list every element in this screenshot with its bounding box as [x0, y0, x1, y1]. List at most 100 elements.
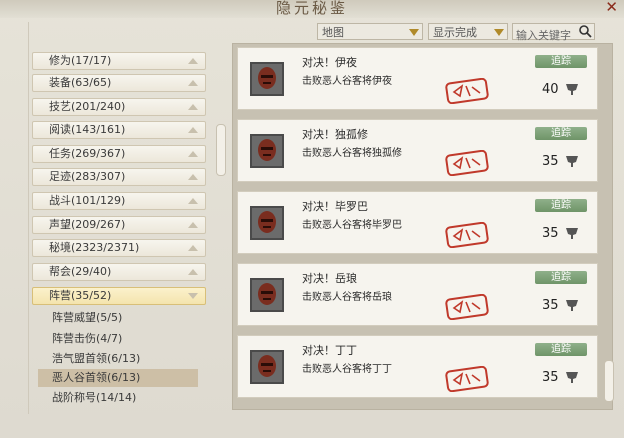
subcategory-label: 浩气盟首领(6/13) — [52, 352, 141, 365]
map-dropdown-label: 地图 — [322, 26, 344, 39]
achievement-points-icon — [566, 372, 578, 383]
chevron-down-icon — [188, 293, 198, 299]
category-item[interactable]: 足迹(283/307) — [32, 168, 206, 186]
category-item-faction[interactable]: 阵营(35/52) — [32, 287, 206, 305]
achievement-title: 对决！丁丁 — [302, 344, 357, 357]
chevron-up-icon — [188, 104, 198, 110]
chevron-up-icon — [188, 269, 198, 275]
category-label: 任务(269/367) — [49, 147, 126, 160]
achievement-desc: 击败恶人谷客将伊夜 — [302, 76, 392, 87]
achievement-card: 对决！伊夜 击败恶人谷客将伊夜 追踪 40 — [237, 47, 598, 110]
category-label: 修为(17/17) — [49, 54, 112, 67]
category-item[interactable]: 声望(209/267) — [32, 216, 206, 234]
subcategory-label: 战阶称号(14/14) — [52, 391, 137, 404]
chevron-up-icon — [188, 80, 198, 86]
track-button[interactable]: 追踪 — [535, 199, 587, 212]
category-item[interactable]: 任务(269/367) — [32, 145, 206, 163]
category-label: 声望(209/267) — [49, 218, 126, 231]
boss-avatar-icon — [250, 206, 284, 240]
completed-stamp-icon — [445, 150, 489, 176]
category-label: 足迹(283/307) — [49, 170, 126, 183]
completed-stamp-icon — [445, 78, 489, 104]
achievement-points-icon — [566, 84, 578, 95]
chevron-up-icon — [188, 222, 198, 228]
title-bar: 隐元秘鉴 ✕ — [0, 0, 624, 18]
chevron-down-icon — [409, 29, 419, 36]
category-item[interactable]: 装备(63/65) — [32, 74, 206, 92]
chevron-up-icon — [188, 151, 198, 157]
subcategory-label: 阵营威望(5/5) — [52, 311, 123, 324]
close-icon[interactable]: ✕ — [605, 0, 618, 16]
map-dropdown[interactable]: 地图 — [317, 23, 423, 40]
category-item[interactable]: 战斗(101/129) — [32, 192, 206, 210]
achievement-points-icon — [566, 300, 578, 311]
right-scrollbar[interactable] — [604, 360, 614, 402]
left-border — [28, 22, 29, 414]
track-button[interactable]: 追踪 — [535, 271, 587, 284]
achievement-points: 35 — [542, 226, 559, 241]
achievement-points-icon — [566, 228, 578, 239]
achievement-title: 对决！岳琅 — [302, 272, 357, 285]
achievement-points: 35 — [542, 370, 559, 385]
category-label: 技艺(201/240) — [49, 100, 126, 113]
category-item[interactable]: 阅读(143/161) — [32, 121, 206, 139]
boss-avatar-icon — [250, 62, 284, 96]
category-item[interactable]: 技艺(201/240) — [32, 98, 206, 116]
achievement-points: 35 — [542, 298, 559, 313]
track-button[interactable]: 追踪 — [535, 127, 587, 140]
achievement-card: 对决！毕罗巴 击败恶人谷客将毕罗巴 追踪 35 — [237, 191, 598, 254]
achievement-card: 对决！丁丁 击败恶人谷客将丁丁 追踪 35 — [237, 335, 598, 398]
category-item[interactable]: 修为(17/17) — [32, 52, 206, 70]
achievement-title: 对决！伊夜 — [302, 56, 357, 69]
category-label: 战斗(101/129) — [49, 194, 126, 207]
achievement-desc: 击败恶人谷客将丁丁 — [302, 364, 392, 375]
achievement-desc: 击败恶人谷客将毕罗巴 — [302, 220, 402, 231]
boss-avatar-icon — [250, 134, 284, 168]
chevron-up-icon — [188, 127, 198, 133]
chevron-up-icon — [188, 58, 198, 64]
subcategory-item-selected[interactable]: 恶人谷首领(6/13) — [38, 369, 198, 387]
category-item[interactable]: 秘境(2323/2371) — [32, 239, 206, 257]
category-label: 阵营(35/52) — [49, 289, 112, 302]
boss-avatar-icon — [250, 350, 284, 384]
achievement-title: 对决！毕罗巴 — [302, 200, 368, 213]
subcategory-item[interactable]: 浩气盟首领(6/13) — [38, 350, 198, 368]
window-title: 隐元秘鉴 — [275, 0, 348, 17]
status-dropdown-label: 显示完成 — [433, 26, 477, 39]
search-input[interactable] — [513, 28, 581, 43]
chevron-up-icon — [188, 198, 198, 204]
category-label: 阅读(143/161) — [49, 123, 126, 136]
category-item[interactable]: 帮会(29/40) — [32, 263, 206, 281]
category-label: 秘境(2323/2371) — [49, 241, 140, 254]
achievement-title: 对决！独孤修 — [302, 128, 368, 141]
completed-stamp-icon — [445, 294, 489, 320]
chevron-down-icon — [494, 29, 504, 36]
search-icon[interactable] — [578, 24, 592, 39]
subcategory-item[interactable]: 战阶称号(14/14) — [38, 389, 198, 407]
subcategory-label: 阵营击伤(4/7) — [52, 332, 123, 345]
achievement-desc: 击败恶人谷客将岳琅 — [302, 292, 392, 303]
achievement-window: 隐元秘鉴 ✕ 地图 显示完成 修为(17/17) 装备(63/65) 技艺(20… — [0, 0, 624, 438]
completed-stamp-icon — [445, 222, 489, 248]
chevron-up-icon — [188, 245, 198, 251]
achievement-card: 对决！岳琅 击败恶人谷客将岳琅 追踪 35 — [237, 263, 598, 326]
track-button[interactable]: 追踪 — [535, 343, 587, 356]
subcategory-item[interactable]: 阵营击伤(4/7) — [38, 330, 198, 348]
category-list: 修为(17/17) 装备(63/65) 技艺(201/240) 阅读(143/1… — [30, 44, 210, 410]
subcategory-label: 恶人谷首领(6/13) — [52, 371, 141, 384]
search-box — [512, 23, 595, 43]
completed-stamp-icon — [445, 366, 489, 392]
left-scrollbar[interactable] — [216, 124, 226, 176]
boss-avatar-icon — [250, 278, 284, 312]
subcategory-item[interactable]: 阵营威望(5/5) — [38, 309, 198, 327]
achievement-desc: 击败恶人谷客将独孤修 — [302, 148, 402, 159]
achievement-points: 40 — [542, 82, 559, 97]
achievement-card: 对决！独孤修 击败恶人谷客将独孤修 追踪 35 — [237, 119, 598, 182]
status-dropdown[interactable]: 显示完成 — [428, 23, 508, 40]
category-label: 帮会(29/40) — [49, 265, 112, 278]
achievement-points-icon — [566, 156, 578, 167]
achievement-points: 35 — [542, 154, 559, 169]
track-button[interactable]: 追踪 — [535, 55, 587, 68]
category-label: 装备(63/65) — [49, 76, 112, 89]
chevron-up-icon — [188, 174, 198, 180]
